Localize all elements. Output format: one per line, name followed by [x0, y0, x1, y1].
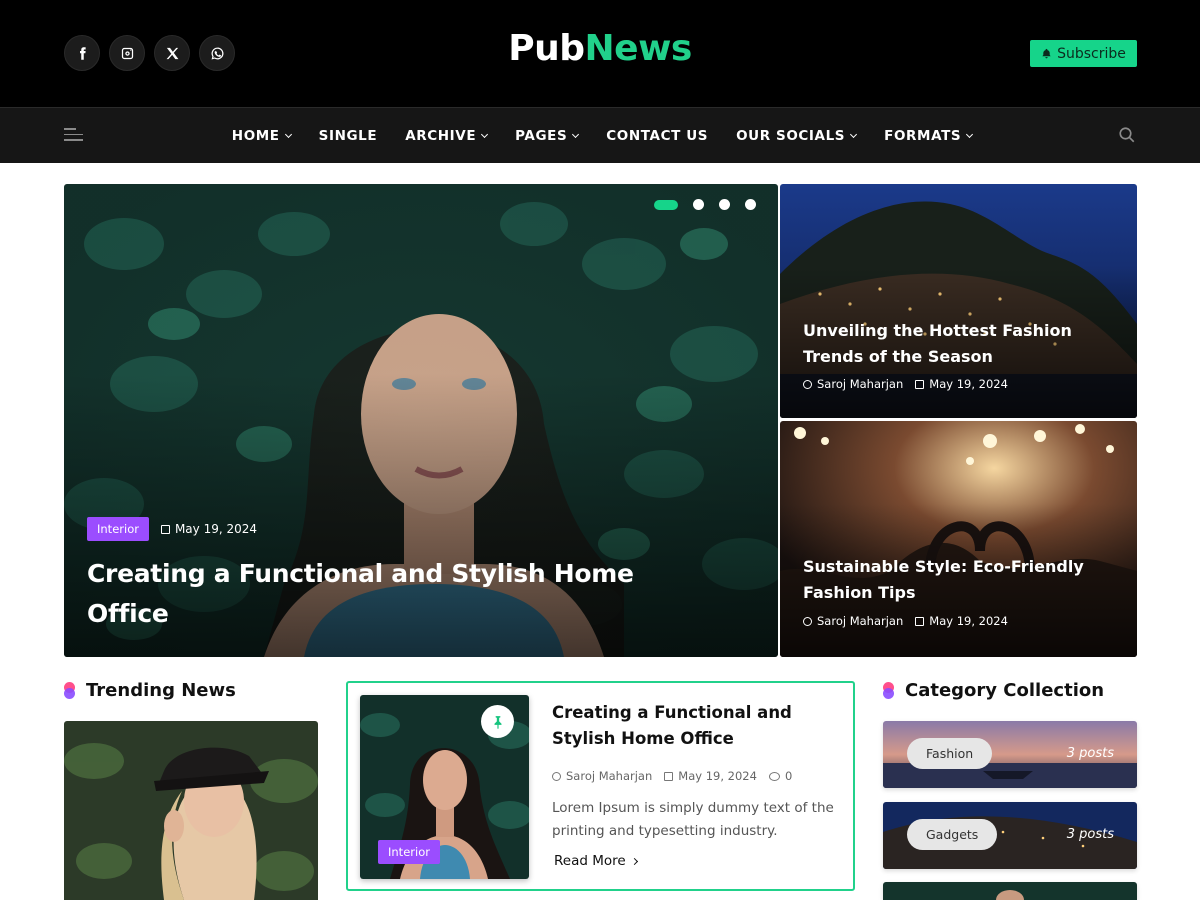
post-author[interactable]: Saroj Maharjan	[552, 769, 652, 783]
author-name: Saroj Maharjan	[566, 769, 653, 783]
category-name: Gadgets	[907, 819, 998, 850]
nav-item-label: ARCHIVE	[405, 128, 477, 144]
post-date-text: May 19, 2024	[929, 614, 1008, 628]
user-icon	[803, 616, 812, 626]
author-name: Saroj Maharjan	[817, 614, 904, 628]
logo-text-accent: News	[584, 28, 693, 69]
nav-item-contact-us[interactable]: CONTACT US	[606, 128, 708, 144]
pin-icon[interactable]	[481, 705, 514, 738]
user-icon	[803, 379, 812, 389]
category-heading: Category Collection	[883, 680, 1104, 701]
comment-icon	[768, 771, 780, 781]
top-header: PubNews Subscribe	[0, 0, 1200, 107]
bell-icon	[1042, 48, 1051, 59]
heading-bullet-icon	[64, 682, 75, 699]
category-tag[interactable]: Interior	[378, 840, 440, 864]
nav-item-label: CONTACT US	[606, 128, 709, 144]
read-more-label: Read More	[554, 853, 626, 869]
calendar-icon	[664, 771, 674, 781]
subscribe-button[interactable]: Subscribe	[1030, 40, 1137, 67]
heading-bullet-icon	[883, 682, 894, 699]
nav-item-label: HOME	[231, 128, 280, 144]
main-navigation: HOME SINGLE ARCHIVE PAGES CONTACT US OUR…	[0, 107, 1200, 163]
featured-post-card[interactable]: Interior Creating a Functional and Styli…	[346, 681, 855, 891]
slider-dot[interactable]	[745, 199, 756, 210]
category-name: Fashion	[907, 738, 993, 769]
post-author[interactable]: Saroj Maharjan	[803, 377, 903, 391]
slider-dot-active[interactable]	[654, 199, 678, 210]
nav-item-single[interactable]: SINGLE	[319, 128, 378, 144]
calendar-icon	[160, 524, 170, 534]
post-date-text: May 19, 2024	[929, 377, 1008, 391]
side-post-title[interactable]: Sustainable Style: Eco-Friendly Fashion …	[803, 554, 1123, 606]
nav-item-pages[interactable]: PAGES	[515, 128, 580, 144]
section-title: Trending News	[86, 680, 236, 701]
nav-item-label: PAGES	[515, 128, 568, 144]
logo-text-primary: Pub	[508, 28, 585, 69]
trending-photo	[64, 721, 318, 900]
category-image	[883, 882, 1137, 900]
post-date-text: May 19, 2024	[678, 769, 757, 783]
nav-item-label: SINGLE	[318, 128, 378, 144]
nav-item-label: FORMATS	[884, 128, 962, 144]
category-count: 3 posts	[1066, 746, 1114, 761]
post-date: May 19, 2024	[915, 377, 1008, 391]
chevron-down-icon	[572, 130, 580, 139]
section-title: Category Collection	[905, 680, 1105, 701]
trending-heading: Trending News	[64, 680, 236, 701]
featured-post-excerpt: Lorem Ipsum is simply dummy text of the …	[552, 800, 834, 839]
nav-item-our-socials[interactable]: OUR SOCIALS	[736, 128, 858, 144]
trending-post-image[interactable]	[64, 721, 318, 900]
hero-meta: Interior May 19, 2024	[87, 517, 257, 541]
category-item-gadgets[interactable]: Gadgets 3 posts	[883, 802, 1137, 869]
slider-dot[interactable]	[693, 199, 704, 210]
side-post-title[interactable]: Unveiling the Hottest Fashion Trends of …	[803, 318, 1123, 370]
post-date: May 19, 2024	[915, 614, 1008, 628]
slider-dot[interactable]	[719, 199, 730, 210]
nav-item-home[interactable]: HOME	[231, 128, 292, 144]
calendar-icon	[915, 616, 925, 626]
chevron-down-icon	[284, 130, 292, 139]
chevron-down-icon	[850, 130, 858, 139]
side-post-meta: Saroj Maharjan May 19, 2024	[803, 614, 1008, 628]
side-post-meta: Saroj Maharjan May 19, 2024	[803, 377, 1008, 391]
hero-slider[interactable]: Interior May 19, 2024 Creating a Functio…	[64, 184, 778, 657]
post-date-text: May 19, 2024	[174, 522, 258, 536]
hero-title[interactable]: Creating a Functional and Stylish Home O…	[87, 554, 647, 634]
user-icon	[552, 771, 561, 781]
nav-links: HOME SINGLE ARCHIVE PAGES CONTACT US OUR…	[0, 108, 1200, 164]
chevron-down-icon	[481, 130, 489, 139]
nav-item-label: OUR SOCIALS	[736, 128, 846, 144]
nav-item-archive[interactable]: ARCHIVE	[405, 128, 489, 144]
category-item-fashion[interactable]: Fashion 3 posts	[883, 721, 1137, 788]
subscribe-label: Subscribe	[1057, 45, 1126, 62]
post-author[interactable]: Saroj Maharjan	[803, 614, 903, 628]
post-comments[interactable]: 0	[768, 769, 793, 783]
post-date: May 19, 2024	[664, 769, 757, 783]
side-post-card[interactable]: Unveiling the Hottest Fashion Trends of …	[780, 184, 1137, 418]
side-post-card[interactable]: Sustainable Style: Eco-Friendly Fashion …	[780, 421, 1137, 657]
category-tag[interactable]: Interior	[87, 517, 149, 541]
read-more-link[interactable]: Read More	[554, 853, 638, 869]
featured-post-title[interactable]: Creating a Functional and Stylish Home O…	[552, 700, 842, 752]
calendar-icon	[915, 379, 925, 389]
search-icon[interactable]	[1118, 126, 1136, 144]
featured-post-image[interactable]: Interior	[360, 695, 529, 879]
comment-count: 0	[784, 769, 793, 783]
category-count: 3 posts	[1066, 827, 1114, 842]
site-logo[interactable]: PubNews	[0, 28, 1200, 69]
featured-post-meta: Saroj Maharjan May 19, 2024 0	[552, 769, 792, 783]
author-name: Saroj Maharjan	[817, 377, 904, 391]
post-date: May 19, 2024	[160, 522, 258, 536]
chevron-down-icon	[966, 130, 974, 139]
category-item-partial[interactable]	[883, 882, 1137, 900]
slider-pagination	[654, 199, 756, 210]
chevron-right-icon	[630, 857, 638, 865]
nav-item-formats[interactable]: FORMATS	[884, 128, 974, 144]
